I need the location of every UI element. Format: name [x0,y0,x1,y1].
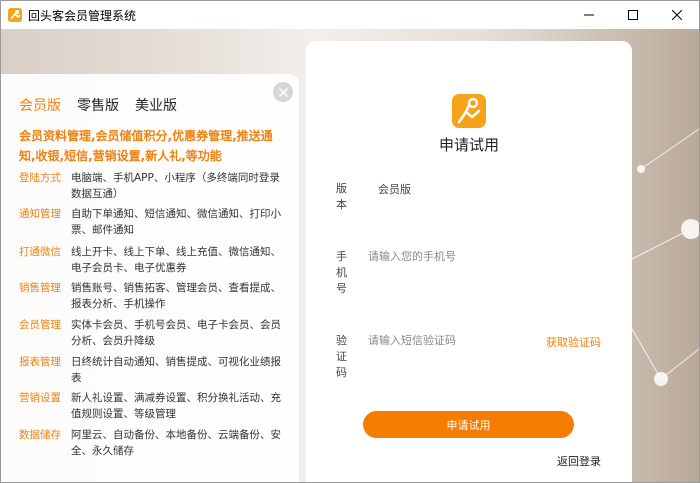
feature-desc: 线上开卡、线上下单、线上充值、微信通知、电子会员卡、电子优惠券 [71,246,281,274]
close-icon [672,10,682,20]
panel-close-button[interactable] [273,82,293,102]
form-title: 申请试用 [438,136,499,154]
phone-label-text: 手机号 [336,250,347,295]
code-label: 验证码 [336,333,347,381]
feature-row: 打通微信 线上开卡、线上下单、线上充值、微信通知、电子会员卡、电子优惠券 [19,244,289,276]
maximize-button[interactable] [611,1,655,29]
tab-member-edition[interactable]: 会员版 [19,95,61,115]
feature-desc: 新人礼设置、满减券设置、积分换礼活动、充值规则设置、等级管理 [71,392,281,420]
close-icon [278,87,288,97]
minimize-button[interactable] [567,1,611,29]
title-bar: 回头客会员管理系统 [1,1,699,29]
feature-row: 会员管理 实体卡会员、手机号会员、电子卡会员、会员分析、会员升降级 [19,317,289,349]
tab-retail-edition[interactable]: 零售版 [77,95,119,115]
feature-row: 营销设置 新人礼设置、满减券设置、积分换礼活动、充值规则设置、等级管理 [19,390,289,422]
code-label-text: 验证码 [336,334,347,379]
feature-row: 登陆方式 电脑端、手机APP、小程序（多终端同时登录 数据互通） [19,170,289,202]
feature-name: 营销设置 [19,392,61,404]
app-icon [8,8,22,22]
trial-form-card: 申请试用 版本 会员版 手机号 验证码 获取验证码 申请试用 返回登录 [306,41,632,482]
get-code-button[interactable]: 获取验证码 [546,334,601,350]
feature-desc: 日终统计自动通知、销售提成、可视化业绩报表 [71,356,281,384]
version-label: 版本 [336,181,347,213]
feature-name: 打通微信 [19,246,61,258]
feature-name: 数据储存 [19,429,61,441]
edition-intro: 会员资料管理,会员储值积分,优惠券管理,推送通知,收银,短信,营销设置,新人礼,… [19,129,273,163]
running-man-icon [457,97,481,124]
window-title: 回头客会员管理系统 [28,8,137,23]
feature-name: 销售管理 [19,282,61,294]
feature-desc: 销售账号、销售拓客、管理会员、查看提成、报表分析、手机操作 [71,282,281,310]
back-to-login-link[interactable]: 返回登录 [557,453,601,469]
edition-tabs: 会员版 零售版 美业版 [19,95,193,115]
feature-row: 数据储存 阿里云、自动备份、本地备份、云端备份、安全、永久储存 [19,427,289,459]
tab-beauty-edition[interactable]: 美业版 [135,95,177,115]
code-input[interactable] [368,330,538,350]
app-window: 回头客会员管理系统 会员版 零售版 美业版 会员资料管理,会员储值积分,优惠券管… [0,0,700,483]
close-window-button[interactable] [655,1,699,29]
feature-name: 登陆方式 [19,172,61,184]
feature-name: 报表管理 [19,356,61,368]
feature-desc: 实体卡会员、手机号会员、电子卡会员、会员分析、会员升降级 [71,319,281,347]
version-value: 会员版 [378,183,411,196]
feature-desc: 阿里云、自动备份、本地备份、云端备份、安全、永久储存 [71,429,281,457]
feature-row: 通知管理 自助下单通知、短信通知、微信通知、打印小票、邮件通知 [19,206,289,238]
version-label-text: 版本 [336,182,347,211]
app-logo [452,94,486,128]
feature-desc: 电脑端、手机APP、小程序（多终端同时登录 数据互通） [71,172,280,200]
feature-name: 通知管理 [19,208,61,220]
feature-name: 会员管理 [19,319,61,331]
feature-row: 报表管理 日终统计自动通知、销售提成、可视化业绩报表 [19,354,289,386]
feature-desc: 自助下单通知、短信通知、微信通知、打印小票、邮件通知 [71,208,281,236]
feature-panel: 会员版 零售版 美业版 会员资料管理,会员储值积分,优惠券管理,推送通知,收银,… [1,74,299,482]
feature-row: 销售管理 销售账号、销售拓客、管理会员、查看提成、报表分析、手机操作 [19,280,289,312]
phone-label: 手机号 [336,249,347,297]
phone-input[interactable] [368,246,538,266]
minimize-icon [584,14,594,16]
maximize-icon [628,10,638,20]
apply-trial-button[interactable]: 申请试用 [363,411,574,438]
